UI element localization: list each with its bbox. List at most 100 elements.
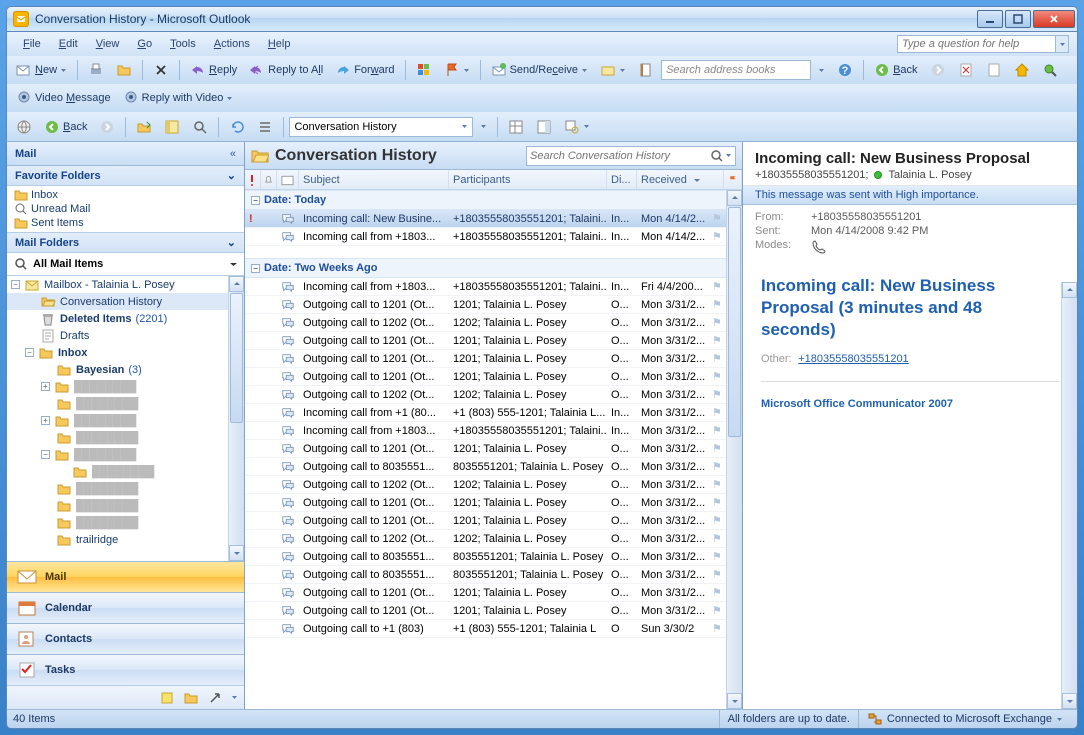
- forward-button[interactable]: Forward: [330, 60, 399, 80]
- search-dropdown-icon[interactable]: [725, 152, 732, 159]
- folder-list-icon[interactable]: [183, 690, 199, 706]
- list-item[interactable]: Outgoing call to 8035551...8035551201; T…: [245, 566, 726, 584]
- tree-item[interactable]: ████████: [7, 480, 228, 497]
- print-button[interactable]: [83, 60, 109, 80]
- notes-icon[interactable]: [159, 690, 175, 706]
- list-item[interactable]: Outgoing call to 1202 (Ot...1202; Talain…: [245, 386, 726, 404]
- reply-all-button[interactable]: Reply to All: [244, 60, 328, 80]
- help-search-input[interactable]: [898, 36, 1055, 52]
- view-1[interactable]: [503, 117, 529, 137]
- nav-list-button[interactable]: [252, 117, 278, 137]
- flag-cell[interactable]: ⚑: [708, 530, 726, 547]
- tree-item[interactable]: Deleted Items (2201): [7, 310, 228, 327]
- unknown-1[interactable]: [953, 60, 979, 80]
- flag-cell[interactable]: ⚑: [708, 228, 726, 245]
- tree-item[interactable]: +████████: [7, 378, 228, 395]
- list-item[interactable]: Outgoing call to 1202 (Ot...1202; Talain…: [245, 530, 726, 548]
- reading-scrollbar[interactable]: [1061, 282, 1077, 709]
- nav-preview-button[interactable]: [187, 117, 213, 137]
- shortcuts-icon[interactable]: [207, 690, 223, 706]
- col-participants[interactable]: Participants: [449, 170, 607, 189]
- menu-help[interactable]: Help: [260, 35, 299, 53]
- flag-cell[interactable]: ⚑: [708, 422, 726, 439]
- list-item[interactable]: Outgoing call to 8035551...8035551201; T…: [245, 458, 726, 476]
- menu-tools[interactable]: Tools: [162, 35, 204, 53]
- read-scroll-down[interactable]: [1062, 693, 1077, 709]
- flag-cell[interactable]: ⚑: [708, 210, 726, 227]
- collapse-nav-icon[interactable]: «: [230, 148, 236, 160]
- list-scrollbar[interactable]: [726, 190, 742, 709]
- tree-item[interactable]: Bayesian (3): [7, 361, 228, 378]
- tree-item[interactable]: ████████: [7, 497, 228, 514]
- tree-item[interactable]: +████████: [7, 412, 228, 429]
- mail-icon-button[interactable]: [595, 60, 631, 80]
- flag-cell[interactable]: ⚑: [708, 332, 726, 349]
- favorite-unread-mail[interactable]: Unread Mail: [7, 202, 244, 216]
- close-button[interactable]: [1033, 10, 1075, 28]
- expand-icon[interactable]: −: [41, 450, 50, 459]
- address-search[interactable]: Search address books: [661, 60, 811, 80]
- help-search[interactable]: [897, 35, 1069, 53]
- new-button[interactable]: New: [11, 60, 72, 80]
- reply-with-video-button[interactable]: Reply with Video: [118, 88, 239, 108]
- flag-cell[interactable]: ⚑: [708, 602, 726, 619]
- list-item[interactable]: Incoming call from +1803...+180355580355…: [245, 422, 726, 440]
- other-phone-link[interactable]: +18035558035551201: [798, 353, 908, 365]
- nav-pane-button[interactable]: [159, 117, 185, 137]
- view-3[interactable]: [559, 117, 595, 137]
- tree-item[interactable]: ████████: [7, 463, 228, 480]
- col-reminder[interactable]: [261, 170, 277, 189]
- flag-cell[interactable]: ⚑: [708, 350, 726, 367]
- col-subject[interactable]: Subject: [299, 170, 449, 189]
- read-scroll-up[interactable]: [1062, 282, 1077, 298]
- nav-mail-button[interactable]: Mail: [7, 561, 244, 592]
- flag-cell[interactable]: ⚑: [708, 584, 726, 601]
- scroll-up-button[interactable]: [229, 276, 244, 292]
- list-scroll-up[interactable]: [727, 190, 742, 206]
- tree-item[interactable]: ████████: [7, 429, 228, 446]
- video-message-button[interactable]: Video Message: [11, 88, 116, 108]
- tree-item[interactable]: ████████: [7, 395, 228, 412]
- tree-item[interactable]: ████████: [7, 514, 228, 531]
- expand-icon[interactable]: +: [41, 416, 50, 425]
- list-item[interactable]: Outgoing call to 1202 (Ot...1202; Talain…: [245, 476, 726, 494]
- go-button[interactable]: [475, 121, 492, 132]
- flag-cell[interactable]: ⚑: [708, 620, 726, 637]
- flag-cell[interactable]: ⚑: [708, 368, 726, 385]
- reply-button[interactable]: Reply: [185, 60, 242, 80]
- tree-item[interactable]: Drafts: [7, 327, 228, 344]
- list-item[interactable]: Outgoing call to +1 (803)+1 (803) 555-12…: [245, 620, 726, 638]
- delete-button[interactable]: [148, 60, 174, 80]
- nav-up-button[interactable]: [131, 117, 157, 137]
- group-header[interactable]: −Date: Two Weeks Ago: [245, 258, 726, 278]
- list-item[interactable]: Outgoing call to 1201 (Ot...1201; Talain…: [245, 350, 726, 368]
- nav-back-button[interactable]: Back: [39, 117, 92, 137]
- location-combo[interactable]: Conversation History: [289, 117, 473, 137]
- help-button[interactable]: ?: [832, 60, 858, 80]
- col-icon[interactable]: [277, 170, 299, 189]
- collapse-mail-icon[interactable]: ⌄: [227, 236, 236, 249]
- configure-buttons[interactable]: [231, 694, 238, 701]
- search-web-button[interactable]: [1037, 60, 1063, 80]
- list-scroll-thumb[interactable]: [728, 207, 741, 437]
- flag-cell[interactable]: ⚑: [708, 296, 726, 313]
- flag-cell[interactable]: ⚑: [708, 512, 726, 529]
- favorite-folders-header[interactable]: Favorite Folders ⌄: [7, 166, 244, 186]
- flag-cell[interactable]: ⚑: [708, 494, 726, 511]
- list-item[interactable]: Outgoing call to 1201 (Ot...1201; Talain…: [245, 512, 726, 530]
- flag-cell[interactable]: ⚑: [708, 440, 726, 457]
- list-item[interactable]: Outgoing call to 1201 (Ot...1201; Talain…: [245, 440, 726, 458]
- flag-cell[interactable]: ⚑: [708, 566, 726, 583]
- search-icon[interactable]: [709, 148, 725, 164]
- list-search-input[interactable]: [530, 150, 709, 162]
- list-item[interactable]: Outgoing call to 8035551...8035551201; T…: [245, 548, 726, 566]
- categorize-button[interactable]: [439, 60, 475, 80]
- list-scroll-down[interactable]: [727, 693, 742, 709]
- col-flag[interactable]: [724, 170, 742, 189]
- group-header[interactable]: −Date: Today: [245, 190, 726, 210]
- flag-cell[interactable]: ⚑: [708, 314, 726, 331]
- list-search[interactable]: [526, 146, 736, 166]
- list-item[interactable]: Outgoing call to 1201 (Ot...1201; Talain…: [245, 602, 726, 620]
- col-importance[interactable]: [245, 170, 261, 189]
- address-book-button[interactable]: [633, 60, 659, 80]
